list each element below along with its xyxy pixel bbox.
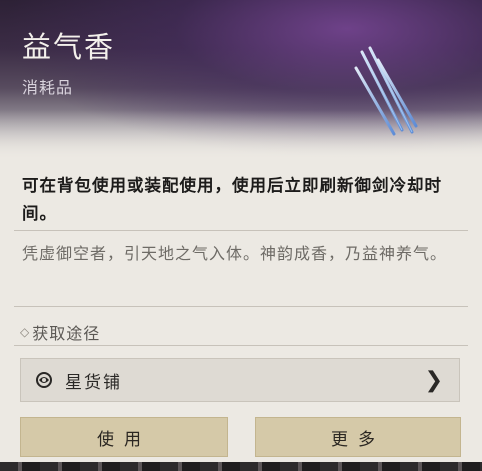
source-label: 星货铺 xyxy=(65,372,122,393)
divider xyxy=(14,230,468,231)
acquisition-title-label: 获取途径 xyxy=(32,324,101,343)
shop-icon xyxy=(36,372,52,388)
incense-sticks-icon xyxy=(354,46,418,136)
divider xyxy=(14,306,468,307)
background-strip xyxy=(0,462,482,471)
item-tooltip-panel: 益气香 消耗品 可在背包使用或装配使用，使用后立即刷新御剑冷却时间。 凭虚御空者… xyxy=(0,0,482,471)
use-button[interactable]: 使用 xyxy=(20,417,228,457)
item-lore-text: 凭虚御空者，引天地之气入体。神韵成香，乃益神养气。 xyxy=(22,244,448,263)
divider xyxy=(14,345,468,346)
ornament-icon: ◇ xyxy=(20,325,31,339)
acquisition-section-title: ◇ 获取途径 xyxy=(20,320,100,344)
chevron-right-icon: ❯ xyxy=(424,367,443,393)
item-category: 消耗品 xyxy=(22,78,74,97)
more-button[interactable]: 更多 xyxy=(255,417,461,457)
item-name: 益气香 xyxy=(22,30,116,64)
item-effect-description: 可在背包使用或装配使用，使用后立即刷新御剑冷却时间。 xyxy=(22,176,442,223)
source-item-shop[interactable]: 星货铺 ❯ xyxy=(20,358,460,402)
